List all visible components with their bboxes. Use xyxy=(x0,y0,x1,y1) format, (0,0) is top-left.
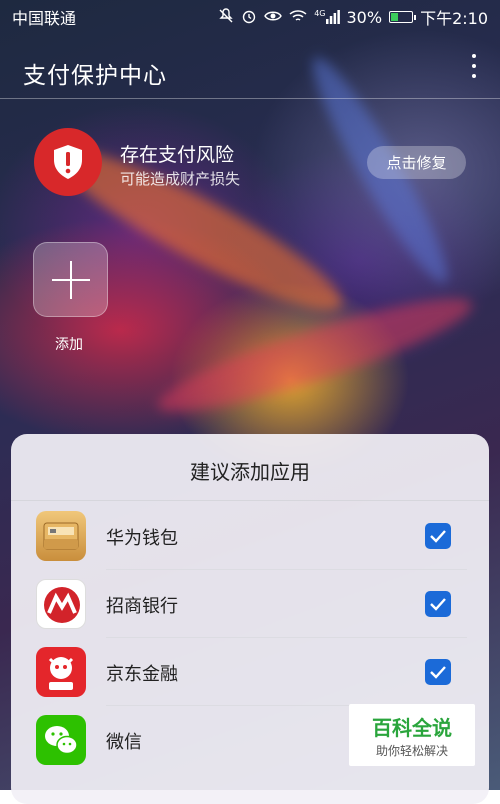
add-label: 添加 xyxy=(55,337,83,353)
header-divider xyxy=(0,98,500,99)
risk-subtitle: 可能造成财产损失 xyxy=(120,170,241,188)
list-item[interactable]: 招商银行 xyxy=(11,570,489,638)
cmb-bank-icon xyxy=(36,579,86,629)
app-header: 支付保护中心 xyxy=(0,34,500,98)
sheet-title: 建议添加应用 xyxy=(190,460,310,484)
eye-comfort-icon xyxy=(264,9,283,26)
watermark-title: 百科全说 xyxy=(372,716,452,740)
app-name: 招商银行 xyxy=(106,596,178,617)
wechat-icon xyxy=(36,715,86,765)
checkbox-checked-icon[interactable] xyxy=(425,659,451,685)
app-name: 京东金融 xyxy=(106,664,178,685)
list-item[interactable]: 华为钱包 xyxy=(11,502,489,570)
jd-finance-icon xyxy=(36,647,86,697)
risk-title: 存在支付风险 xyxy=(120,144,235,166)
add-button[interactable] xyxy=(33,242,108,317)
list-item[interactable]: 京东金融 xyxy=(11,638,489,706)
watermark-subtitle: 助你轻松解决 xyxy=(375,744,448,758)
alarm-icon xyxy=(241,8,257,27)
more-vertical-icon[interactable] xyxy=(472,54,478,78)
checkbox-checked-icon[interactable] xyxy=(425,523,451,549)
status-bar: 中国联通 4G 30% 下午2:10 xyxy=(0,0,500,34)
huawei-wallet-icon xyxy=(36,511,86,561)
battery-icon xyxy=(389,11,417,23)
network-type: 4G xyxy=(314,9,326,18)
shield-alert-icon xyxy=(34,128,102,196)
battery-percent: 30% xyxy=(346,7,383,27)
clock: 下午2:10 xyxy=(420,9,488,28)
mute-icon xyxy=(218,7,234,27)
signal-icon: 4G xyxy=(314,9,340,24)
checkbox-checked-icon[interactable] xyxy=(425,591,451,617)
carrier-label: 中国联通 xyxy=(12,9,77,28)
app-name: 华为钱包 xyxy=(106,528,178,549)
app-name: 微信 xyxy=(106,732,142,753)
fix-button[interactable]: 点击修复 xyxy=(367,146,466,179)
watermark-logo: 百科全说 助你轻松解决 xyxy=(349,704,475,766)
sheet-divider xyxy=(11,500,489,501)
wifi-icon xyxy=(289,9,307,26)
page-title: 支付保护中心 xyxy=(23,63,167,89)
